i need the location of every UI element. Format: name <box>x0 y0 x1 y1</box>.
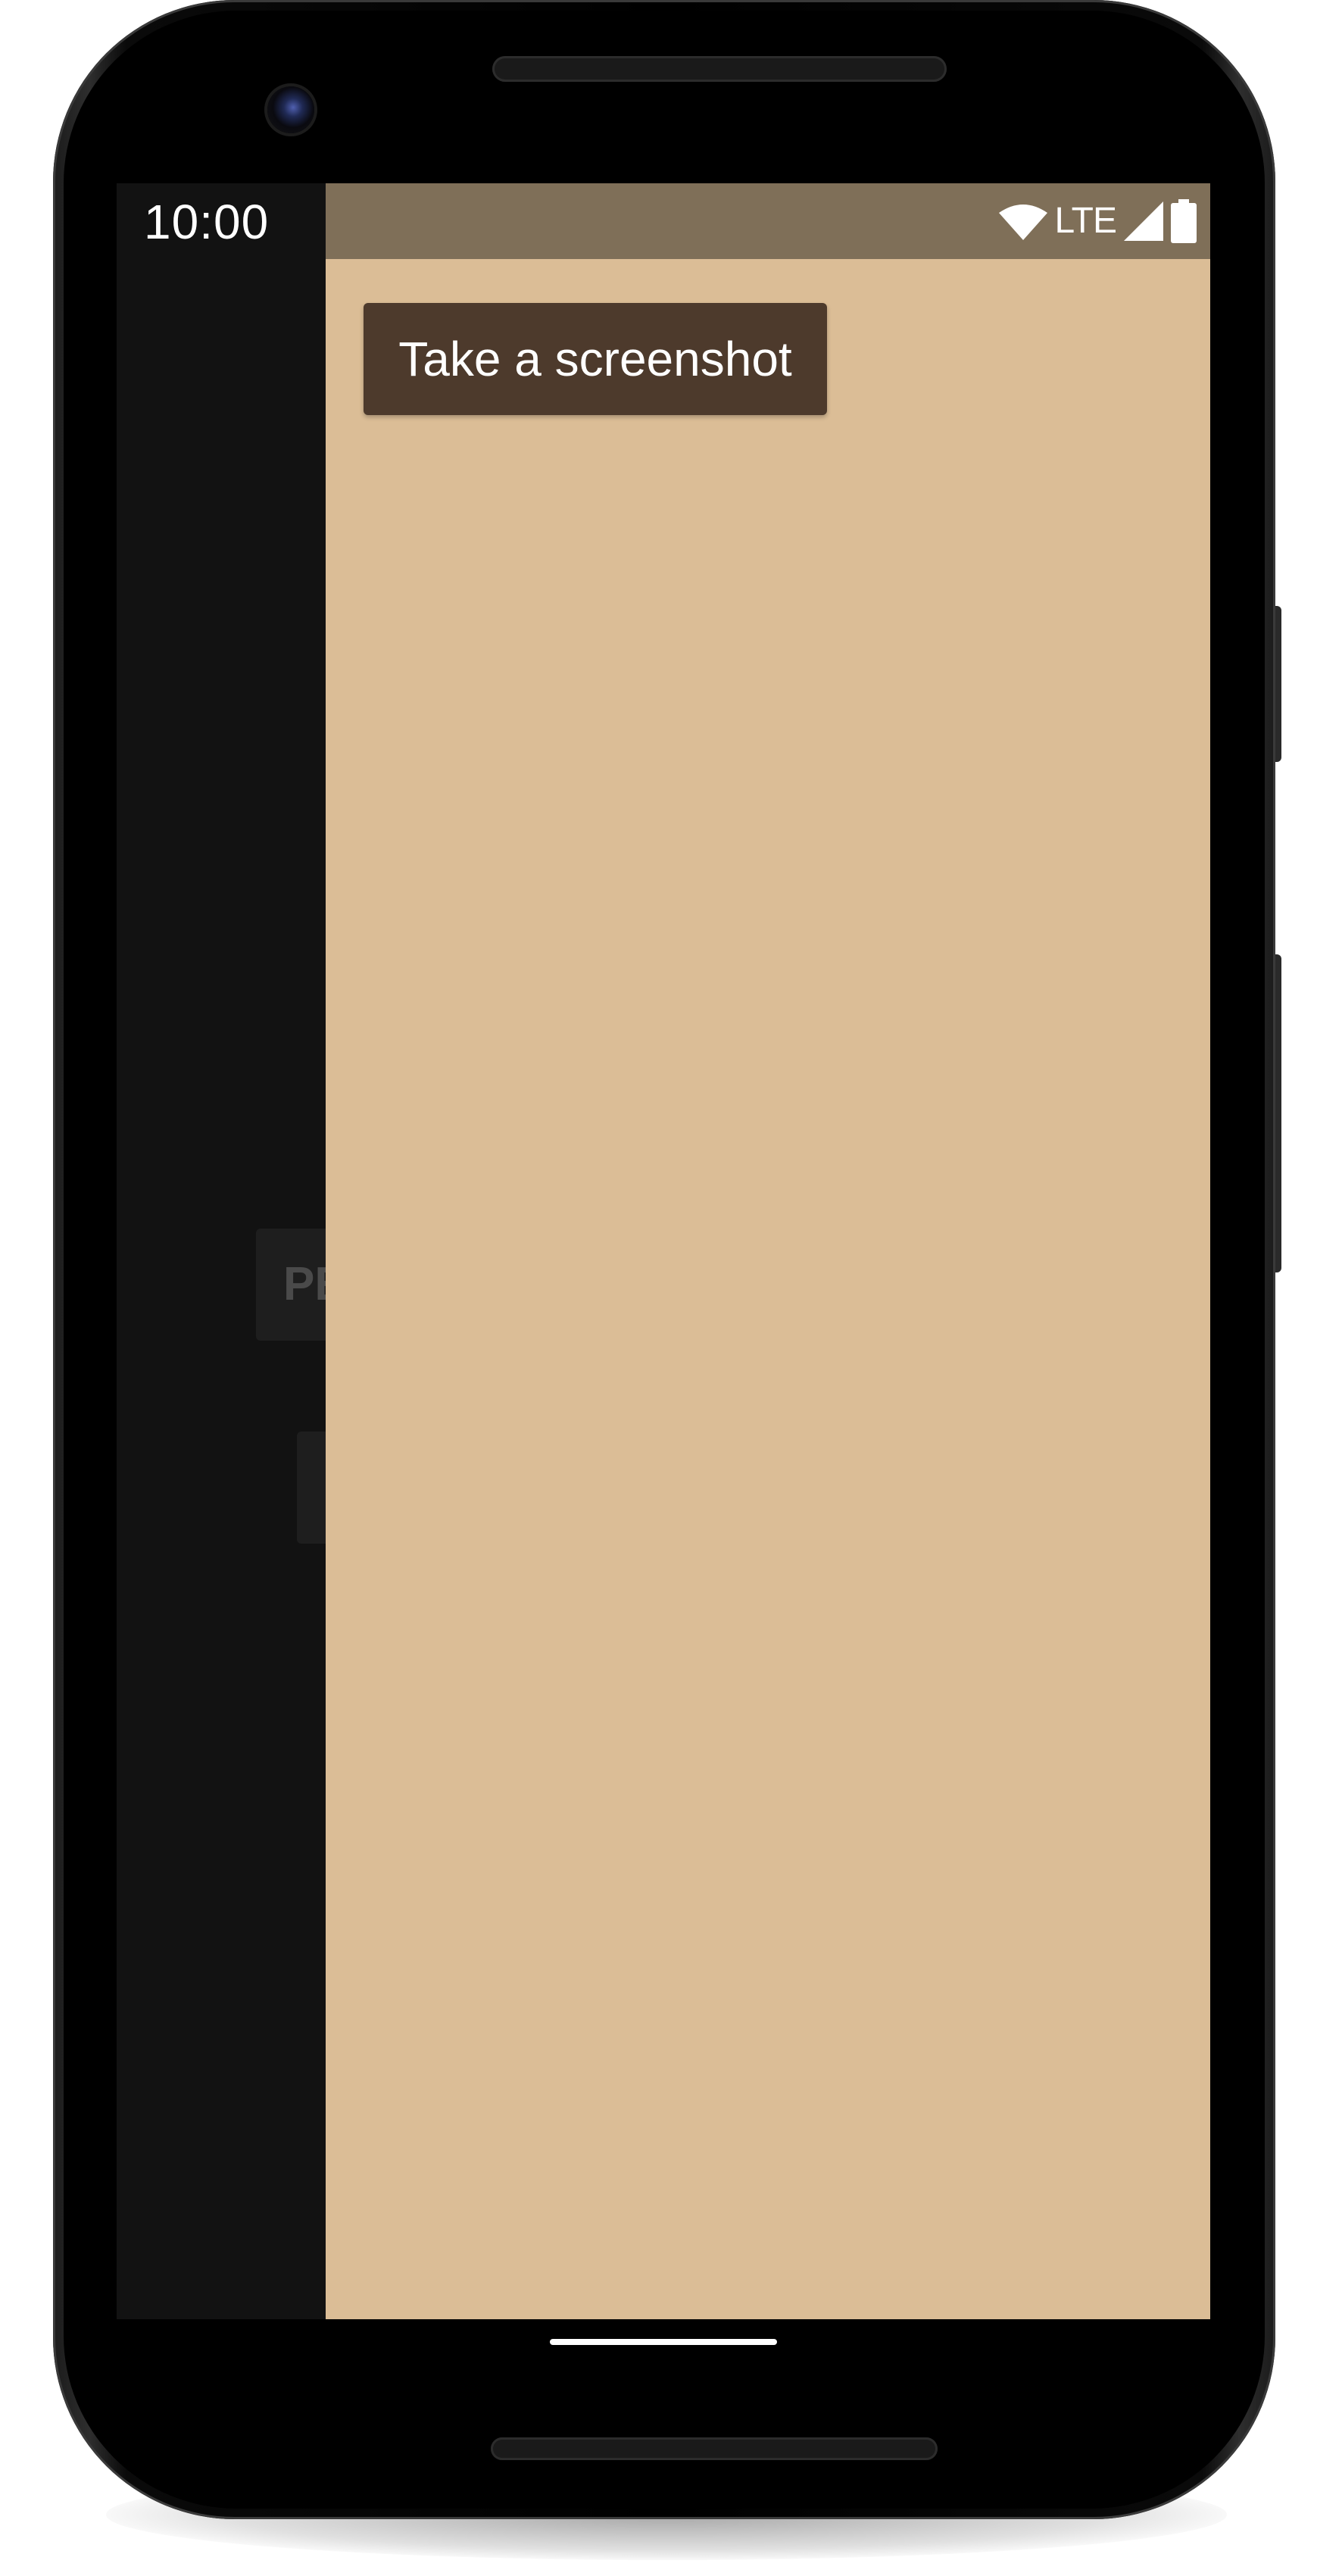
device-mockup: 10:00 PE LTE Take a screenshot <box>0 0 1342 2576</box>
overlay-panel: LTE Take a screenshot <box>326 183 1210 2319</box>
home-indicator[interactable] <box>550 2339 777 2345</box>
network-type-label: LTE <box>1054 201 1117 241</box>
status-time: 10:00 <box>144 195 270 249</box>
signal-icon <box>1124 201 1163 241</box>
navigation-bar <box>117 2319 1210 2369</box>
status-icons: LTE <box>998 197 1197 245</box>
top-speaker-grille <box>492 56 947 82</box>
front-camera-icon <box>267 86 314 133</box>
wifi-icon <box>998 202 1047 240</box>
take-screenshot-button[interactable]: Take a screenshot <box>364 303 827 415</box>
overlay-status-bar: LTE <box>326 183 1210 259</box>
bottom-speaker-grille <box>491 2437 938 2460</box>
phone-screen: 10:00 PE LTE Take a screenshot <box>117 183 1210 2369</box>
battery-icon <box>1171 199 1197 243</box>
